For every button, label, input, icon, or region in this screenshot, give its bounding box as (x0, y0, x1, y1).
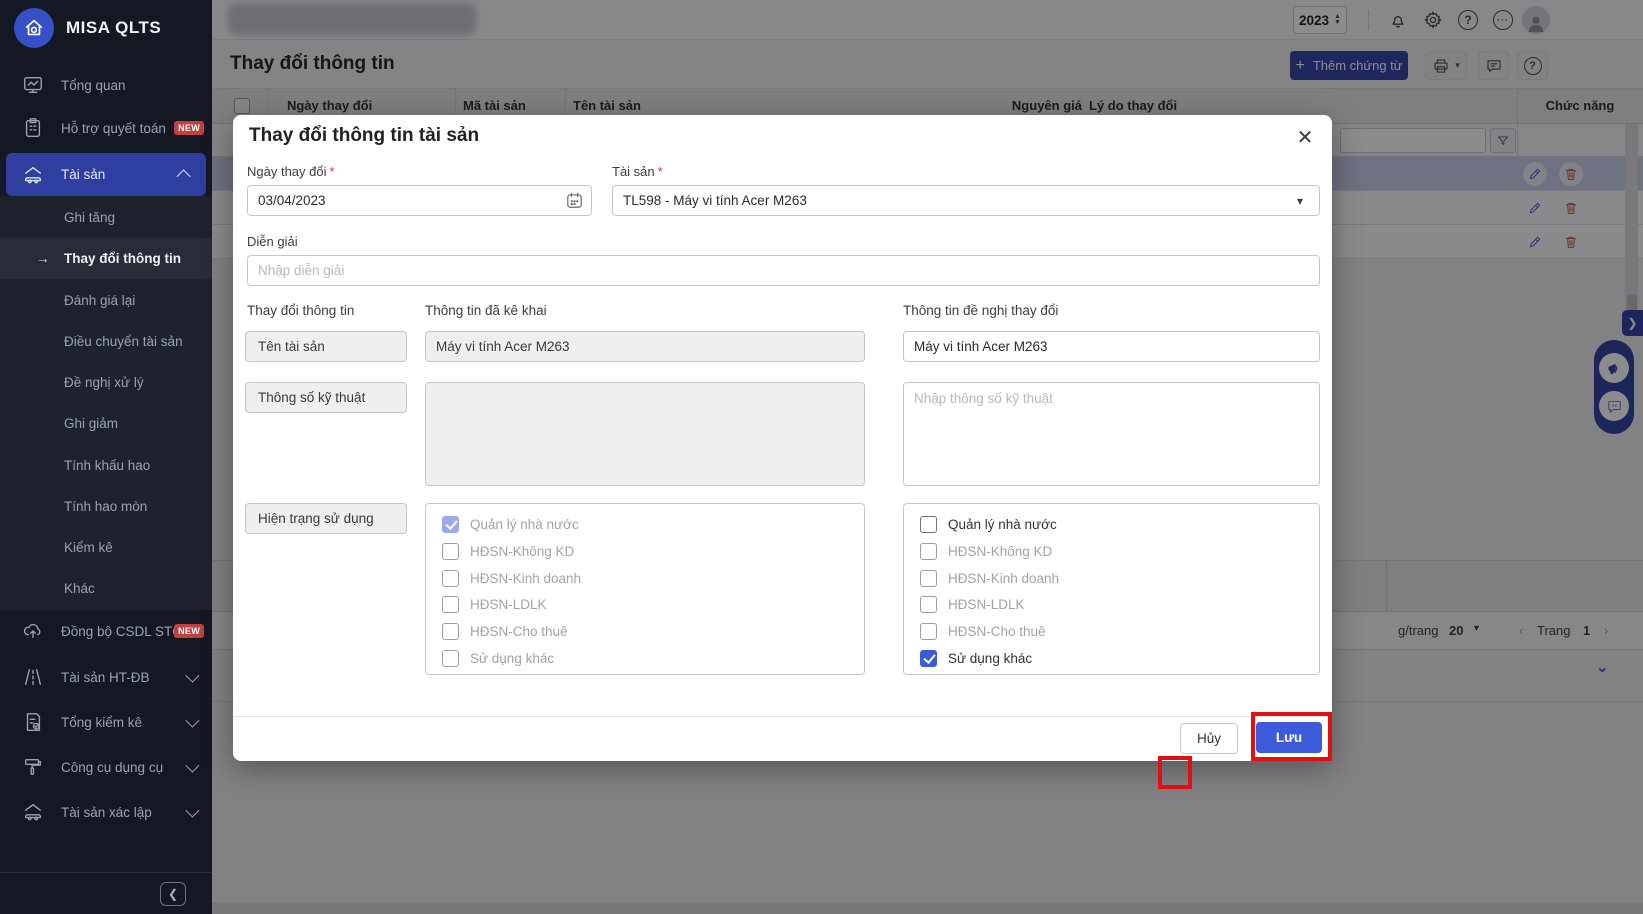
cancel-button[interactable]: Hủy (1180, 723, 1238, 754)
checkbox-disabled (442, 650, 459, 667)
asset-change-modal: Thay đổi thông tin tài sản ✕ Ngày thay đ… (233, 115, 1332, 761)
checkbox-disabled (920, 570, 937, 587)
sidebar-item-tong-quan[interactable]: Tổng quan (0, 64, 212, 106)
asset-select[interactable]: TL598 - Máy vi tính Acer M263 (612, 185, 1320, 216)
sidebar-item-dong-bo-csdl-stc[interactable]: Đồng bộ CSDL STC NEW (0, 610, 212, 652)
field-usage-label-box: Hiện trạng sử dụng (245, 503, 407, 534)
sidebar-item-tai-san-xac-lap[interactable]: Tài sản xác lập (0, 791, 212, 833)
submenu-item-ghi-giam[interactable]: Ghi giảm (0, 403, 212, 444)
checkbox-option: HĐSN-Không KD (920, 538, 1309, 565)
change-date-input[interactable] (247, 185, 592, 216)
dashboard-icon (22, 74, 44, 96)
description-input[interactable] (247, 255, 1320, 286)
submenu-item-khac[interactable]: Khác (0, 568, 212, 609)
declared-usage-panel: Quản lý nhà nước HĐSN-Không KD HĐSN-Kinh… (425, 503, 865, 675)
submenu-item-thay-doi-thong-tin[interactable]: →Thay đổi thông tin (0, 238, 212, 279)
asset-label: Tài sản* (612, 164, 663, 179)
brand-name: MISA QLTS (66, 18, 161, 38)
asset-establish-icon (22, 801, 44, 823)
checkbox-disabled (442, 570, 459, 587)
checkbox-option: HĐSN-Kinh doanh (920, 565, 1309, 592)
close-icon[interactable]: ✕ (1291, 123, 1319, 151)
paint-roller-icon (22, 756, 44, 778)
modal-footer-divider (233, 716, 1332, 717)
new-badge: NEW (174, 121, 204, 135)
chevron-down-icon (185, 759, 199, 773)
submenu-item-kiem-ke[interactable]: Kiểm kê (0, 527, 212, 568)
checkbox-unchecked[interactable] (920, 516, 937, 533)
checkbox-option: HĐSN-LDLK (442, 591, 854, 618)
checkbox-disabled (442, 623, 459, 640)
checkbox-option: Sử dụng khác (442, 645, 854, 672)
submenu-item-tinh-khau-hao[interactable]: Tính khấu hao (0, 445, 212, 486)
road-icon (22, 666, 44, 688)
cloud-sync-icon (22, 620, 44, 642)
checkbox-disabled (920, 596, 937, 613)
proposed-name-input[interactable] (903, 331, 1320, 362)
declared-spec-textarea (425, 382, 865, 486)
checkbox-disabled (442, 596, 459, 613)
checkbox-checked-disabled (442, 516, 459, 533)
checkbox-disabled (920, 623, 937, 640)
save-button[interactable]: Lưu (1256, 722, 1322, 753)
checkbox-option: HĐSN-Cho thuê (920, 618, 1309, 645)
sidebar-submenu-tai-san: Ghi tăng →Thay đổi thông tin Đánh giá lạ… (0, 196, 212, 610)
sidebar-item-tong-kiem-ke[interactable]: Tổng kiểm kê (0, 701, 212, 743)
chevron-down-icon (185, 804, 199, 818)
screen: MISA QLTS Tổng quan Hỗ trợ quyết toán NE… (0, 0, 1643, 914)
sidebar: MISA QLTS Tổng quan Hỗ trợ quyết toán NE… (0, 0, 212, 914)
section-proposed-info: Thông tin đề nghị thay đổi (903, 303, 1058, 318)
checkbox-option[interactable]: Sử dụng khác (920, 645, 1309, 672)
proposed-usage-panel: Quản lý nhà nước HĐSN-Không KD HĐSN-Kinh… (903, 503, 1320, 675)
arrow-right-icon: → (36, 251, 50, 266)
brand: MISA QLTS (14, 8, 161, 48)
checkbox-disabled (920, 543, 937, 560)
checkbox-option: HĐSN-LDLK (920, 591, 1309, 618)
description-label: Diễn giải (247, 234, 298, 249)
chevron-down-icon (185, 669, 199, 683)
sidebar-collapse-button[interactable]: ❮ (160, 882, 186, 906)
sidebar-item-tai-san-ht-db[interactable]: Tài sản HT-ĐB (0, 656, 212, 698)
section-change-info: Thay đổi thông tin (247, 303, 354, 318)
checkbox-option: HĐSN-Kinh doanh (442, 565, 854, 592)
brand-logo-icon (14, 8, 54, 48)
sidebar-footer-divider (0, 872, 212, 873)
checkbox-option: HĐSN-Không KD (442, 538, 854, 565)
submenu-item-danh-gia-lai[interactable]: Đánh giá lại (0, 280, 212, 321)
calendar-icon[interactable] (565, 191, 584, 215)
submenu-item-tinh-hao-mon[interactable]: Tính hao mòn (0, 486, 212, 527)
checkbox-disabled (442, 543, 459, 560)
sidebar-item-tai-san[interactable]: Tài sản (6, 153, 206, 196)
proposed-spec-textarea[interactable] (903, 382, 1320, 486)
checkbox-option: HĐSN-Cho thuê (442, 618, 854, 645)
checkbox-checked[interactable] (920, 650, 937, 667)
field-name-label-box: Tên tài sản (245, 331, 407, 362)
date-label: Ngày thay đổi* (247, 164, 335, 179)
sidebar-item-cong-cu-dung-cu[interactable]: Công cụ dụng cụ (0, 746, 212, 788)
submenu-item-de-nghi-xu-ly[interactable]: Đề nghị xử lý (0, 362, 212, 403)
chevron-up-icon (177, 169, 191, 183)
inventory-check-icon (22, 711, 44, 733)
declared-name-input (425, 331, 865, 362)
new-badge: NEW (174, 624, 204, 638)
sidebar-item-ho-tro-quyet-toan[interactable]: Hỗ trợ quyết toán NEW (0, 107, 212, 149)
clipboard-icon (22, 117, 44, 139)
submenu-item-ghi-tang[interactable]: Ghi tăng (0, 197, 212, 238)
chevron-down-icon (185, 714, 199, 728)
section-declared-info: Thông tin đã kê khai (425, 303, 547, 318)
field-spec-label-box: Thông số kỹ thuật (245, 382, 407, 413)
submenu-item-dieu-chuyen-tai-san[interactable]: Điều chuyển tài sản (0, 321, 212, 362)
checkbox-option[interactable]: Quản lý nhà nước (920, 511, 1309, 538)
checkbox-option: Quản lý nhà nước (442, 511, 854, 538)
asset-icon (22, 164, 44, 186)
modal-title: Thay đổi thông tin tài sản (249, 125, 479, 147)
